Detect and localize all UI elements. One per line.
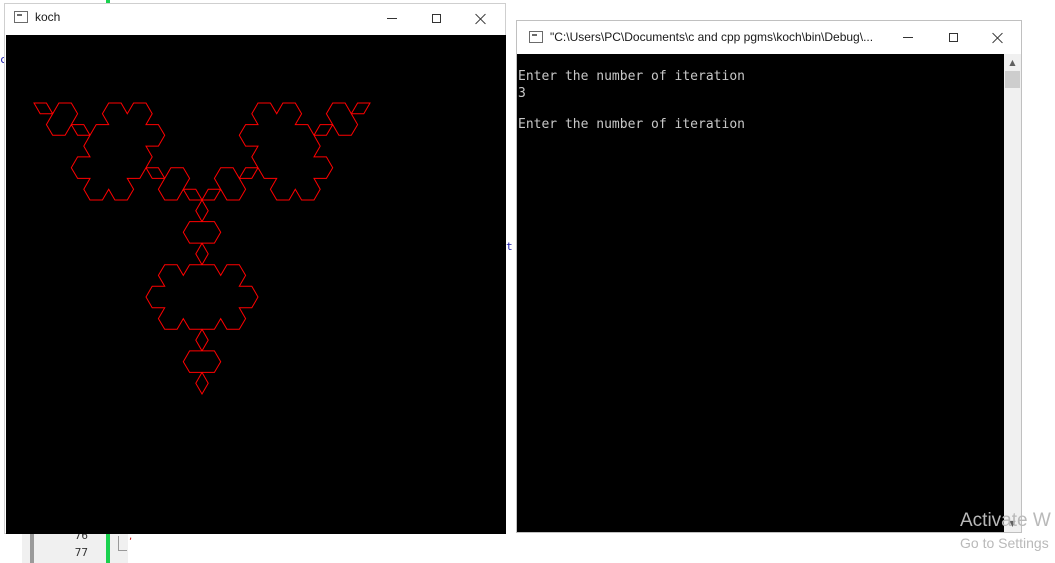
window-title: "C:\Users\PC\Documents\c and cpp pgms\ko… bbox=[550, 30, 874, 44]
close-button[interactable] bbox=[975, 23, 1021, 52]
scroll-thumb[interactable] bbox=[1005, 71, 1020, 88]
console-app-icon bbox=[14, 11, 28, 23]
console-app-icon bbox=[529, 31, 543, 43]
gutter-change-marker bbox=[106, 534, 110, 563]
gutter-scrollbar bbox=[30, 534, 34, 563]
console-line: Enter the number of iteration bbox=[518, 117, 745, 132]
koch-window[interactable]: koch bbox=[4, 3, 506, 534]
koch-snowflake bbox=[33, 102, 371, 396]
close-button[interactable] bbox=[458, 4, 504, 33]
activation-watermark-subtitle: Go to Settings bbox=[960, 535, 1049, 551]
window-title: koch bbox=[35, 10, 61, 24]
maximize-icon bbox=[948, 33, 958, 42]
console-line: Enter the number of iteration bbox=[518, 69, 745, 84]
console-window[interactable]: "C:\Users\PC\Documents\c and cpp pgms\ko… bbox=[516, 20, 1022, 533]
koch-snowflake-path bbox=[33, 102, 371, 396]
koch-canvas bbox=[6, 35, 506, 534]
console-titlebar[interactable]: "C:\Users\PC\Documents\c and cpp pgms\ko… bbox=[517, 21, 1021, 54]
minimize-button[interactable] bbox=[369, 4, 415, 33]
scroll-up-arrow-icon[interactable]: ▲ bbox=[1004, 54, 1021, 71]
minimize-icon bbox=[387, 18, 397, 19]
console-scrollbar[interactable]: ▲ ▼ bbox=[1004, 54, 1021, 532]
koch-titlebar[interactable]: koch bbox=[5, 4, 505, 33]
close-icon bbox=[992, 32, 1004, 44]
code-fragment: t bbox=[506, 240, 513, 253]
code-fold-marker bbox=[118, 536, 127, 551]
line-number: 77 bbox=[74, 546, 88, 559]
minimize-button[interactable] bbox=[885, 23, 931, 52]
console-line: 3 bbox=[518, 86, 526, 101]
close-icon bbox=[475, 13, 487, 25]
maximize-button[interactable] bbox=[930, 23, 976, 52]
activation-watermark: Activate W bbox=[960, 510, 1051, 531]
console-output[interactable]: Enter the number of iteration 3 Enter th… bbox=[517, 54, 1004, 532]
maximize-icon bbox=[431, 14, 441, 23]
maximize-button[interactable] bbox=[413, 4, 459, 33]
minimize-icon bbox=[903, 37, 913, 38]
